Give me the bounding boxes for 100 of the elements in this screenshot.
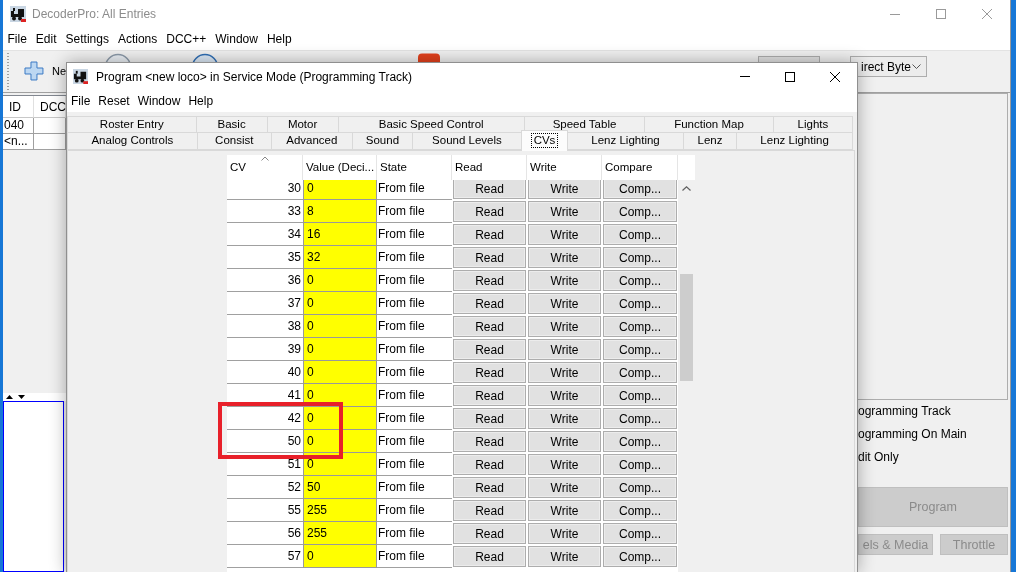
read-button[interactable]: Read	[453, 500, 526, 521]
tab[interactable]: CVs	[520, 130, 569, 151]
menu-item[interactable]: Reset	[94, 90, 134, 112]
value-field[interactable]: 255	[303, 522, 377, 545]
compare-button[interactable]: Comp...	[603, 431, 677, 452]
menu-item[interactable]: Window	[133, 90, 185, 112]
write-button[interactable]: Write	[528, 523, 601, 544]
compare-button[interactable]: Comp...	[603, 224, 677, 245]
menu-item[interactable]: File	[67, 90, 95, 112]
menu-item[interactable]: DCC++	[161, 28, 211, 50]
compare-button[interactable]: Comp...	[603, 362, 677, 383]
value-field[interactable]: 255	[303, 499, 377, 522]
value-field[interactable]: 0	[303, 315, 377, 338]
compare-button[interactable]: Comp...	[603, 270, 677, 291]
read-button[interactable]: Read	[453, 546, 526, 567]
value-field[interactable]: 16	[303, 223, 377, 246]
menu-item[interactable]: Actions	[113, 28, 162, 50]
read-button[interactable]: Read	[453, 270, 526, 291]
column-header[interactable]: Compare	[602, 155, 678, 180]
write-button[interactable]: Write	[528, 454, 601, 475]
compare-button[interactable]: Comp...	[603, 293, 677, 314]
column-header[interactable]: Read	[452, 155, 527, 180]
radio-label[interactable]: dit Only	[855, 446, 1010, 469]
value-field[interactable]: 0	[303, 430, 377, 453]
write-button[interactable]: Write	[528, 339, 601, 360]
radio-label[interactable]: ogramming On Main	[855, 423, 1010, 446]
read-button[interactable]: Read	[453, 339, 526, 360]
menu-item[interactable]: Help	[262, 28, 297, 50]
compare-button[interactable]: Comp...	[603, 247, 677, 268]
write-button[interactable]: Write	[528, 293, 601, 314]
column-header[interactable]: Value (Deci...	[303, 155, 377, 180]
value-field[interactable]: 0	[303, 180, 377, 200]
compare-button[interactable]: Comp...	[603, 385, 677, 406]
compare-button[interactable]: Comp...	[603, 477, 677, 498]
splitter-bar[interactable]	[3, 393, 66, 401]
compare-button[interactable]: Comp...	[603, 523, 677, 544]
write-button[interactable]: Write	[528, 500, 601, 521]
value-field[interactable]: 50	[303, 476, 377, 499]
column-header[interactable]: CV	[227, 155, 303, 180]
write-button[interactable]: Write	[528, 270, 601, 291]
write-button[interactable]: Write	[528, 201, 601, 222]
write-button[interactable]: Write	[528, 362, 601, 383]
write-button[interactable]: Write	[528, 408, 601, 429]
value-field[interactable]: 0	[303, 361, 377, 384]
compare-button[interactable]: Comp...	[603, 339, 677, 360]
scrollbar-thumb[interactable]	[680, 274, 693, 381]
read-button[interactable]: Read	[453, 247, 526, 268]
menu-item[interactable]: Help	[184, 90, 218, 112]
write-button[interactable]: Write	[528, 477, 601, 498]
value-field[interactable]: 0	[303, 545, 377, 568]
value-field[interactable]: 8	[303, 200, 377, 223]
column-header[interactable]: State	[377, 155, 452, 180]
menu-item[interactable]: Settings	[61, 28, 114, 50]
menu-item[interactable]: Edit	[31, 28, 62, 50]
value-field[interactable]: 0	[303, 338, 377, 361]
read-button[interactable]: Read	[453, 316, 526, 337]
compare-button[interactable]: Comp...	[603, 180, 677, 199]
value-field[interactable]: 0	[303, 269, 377, 292]
compare-button[interactable]: Comp...	[603, 201, 677, 222]
compare-button[interactable]: Comp...	[603, 316, 677, 337]
read-button[interactable]: Read	[453, 224, 526, 245]
radio-label[interactable]: ogramming Track	[855, 400, 1010, 423]
write-button[interactable]: Write	[528, 247, 601, 268]
compare-button[interactable]: Comp...	[603, 546, 677, 567]
compare-button[interactable]: Comp...	[603, 454, 677, 475]
menu-item[interactable]: Window	[210, 28, 263, 50]
value-field[interactable]: 0	[303, 384, 377, 407]
new-button[interactable]: Ne	[24, 51, 66, 91]
read-button[interactable]: Read	[453, 293, 526, 314]
table-cell: <n...	[3, 134, 34, 150]
read-button[interactable]: Read	[453, 431, 526, 452]
read-button[interactable]: Read	[453, 180, 526, 199]
write-button[interactable]: Write	[528, 224, 601, 245]
menu-item[interactable]: File	[3, 28, 32, 50]
compare-button[interactable]: Comp...	[603, 408, 677, 429]
write-button[interactable]: Write	[528, 546, 601, 567]
read-button[interactable]: Read	[453, 477, 526, 498]
write-button[interactable]: Write	[528, 431, 601, 452]
mode-dropdown[interactable]: irect Byte	[850, 56, 927, 77]
tab[interactable]: Lenz Lighting	[736, 132, 853, 150]
read-button[interactable]: Read	[453, 408, 526, 429]
compare-button[interactable]: Comp...	[603, 500, 677, 521]
value-field[interactable]: 0	[303, 453, 377, 476]
read-button[interactable]: Read	[453, 385, 526, 406]
scroll-up-icon[interactable]	[682, 186, 691, 191]
value-field[interactable]: 0	[303, 292, 377, 315]
value-field[interactable]: 0	[303, 407, 377, 430]
write-button[interactable]: Write	[528, 385, 601, 406]
write-button[interactable]: Write	[528, 316, 601, 337]
tab[interactable]: Analog Controls	[67, 132, 198, 150]
column-header[interactable]: Write	[527, 155, 602, 180]
read-button[interactable]: Read	[453, 362, 526, 383]
read-button[interactable]: Read	[453, 201, 526, 222]
value-field[interactable]: 32	[303, 246, 377, 269]
up-triangle-icon[interactable]	[6, 395, 13, 399]
read-button[interactable]: Read	[453, 454, 526, 475]
write-button[interactable]: Write	[528, 180, 601, 199]
scrollbar[interactable]	[678, 180, 695, 572]
down-triangle-icon[interactable]	[18, 395, 25, 399]
read-button[interactable]: Read	[453, 523, 526, 544]
